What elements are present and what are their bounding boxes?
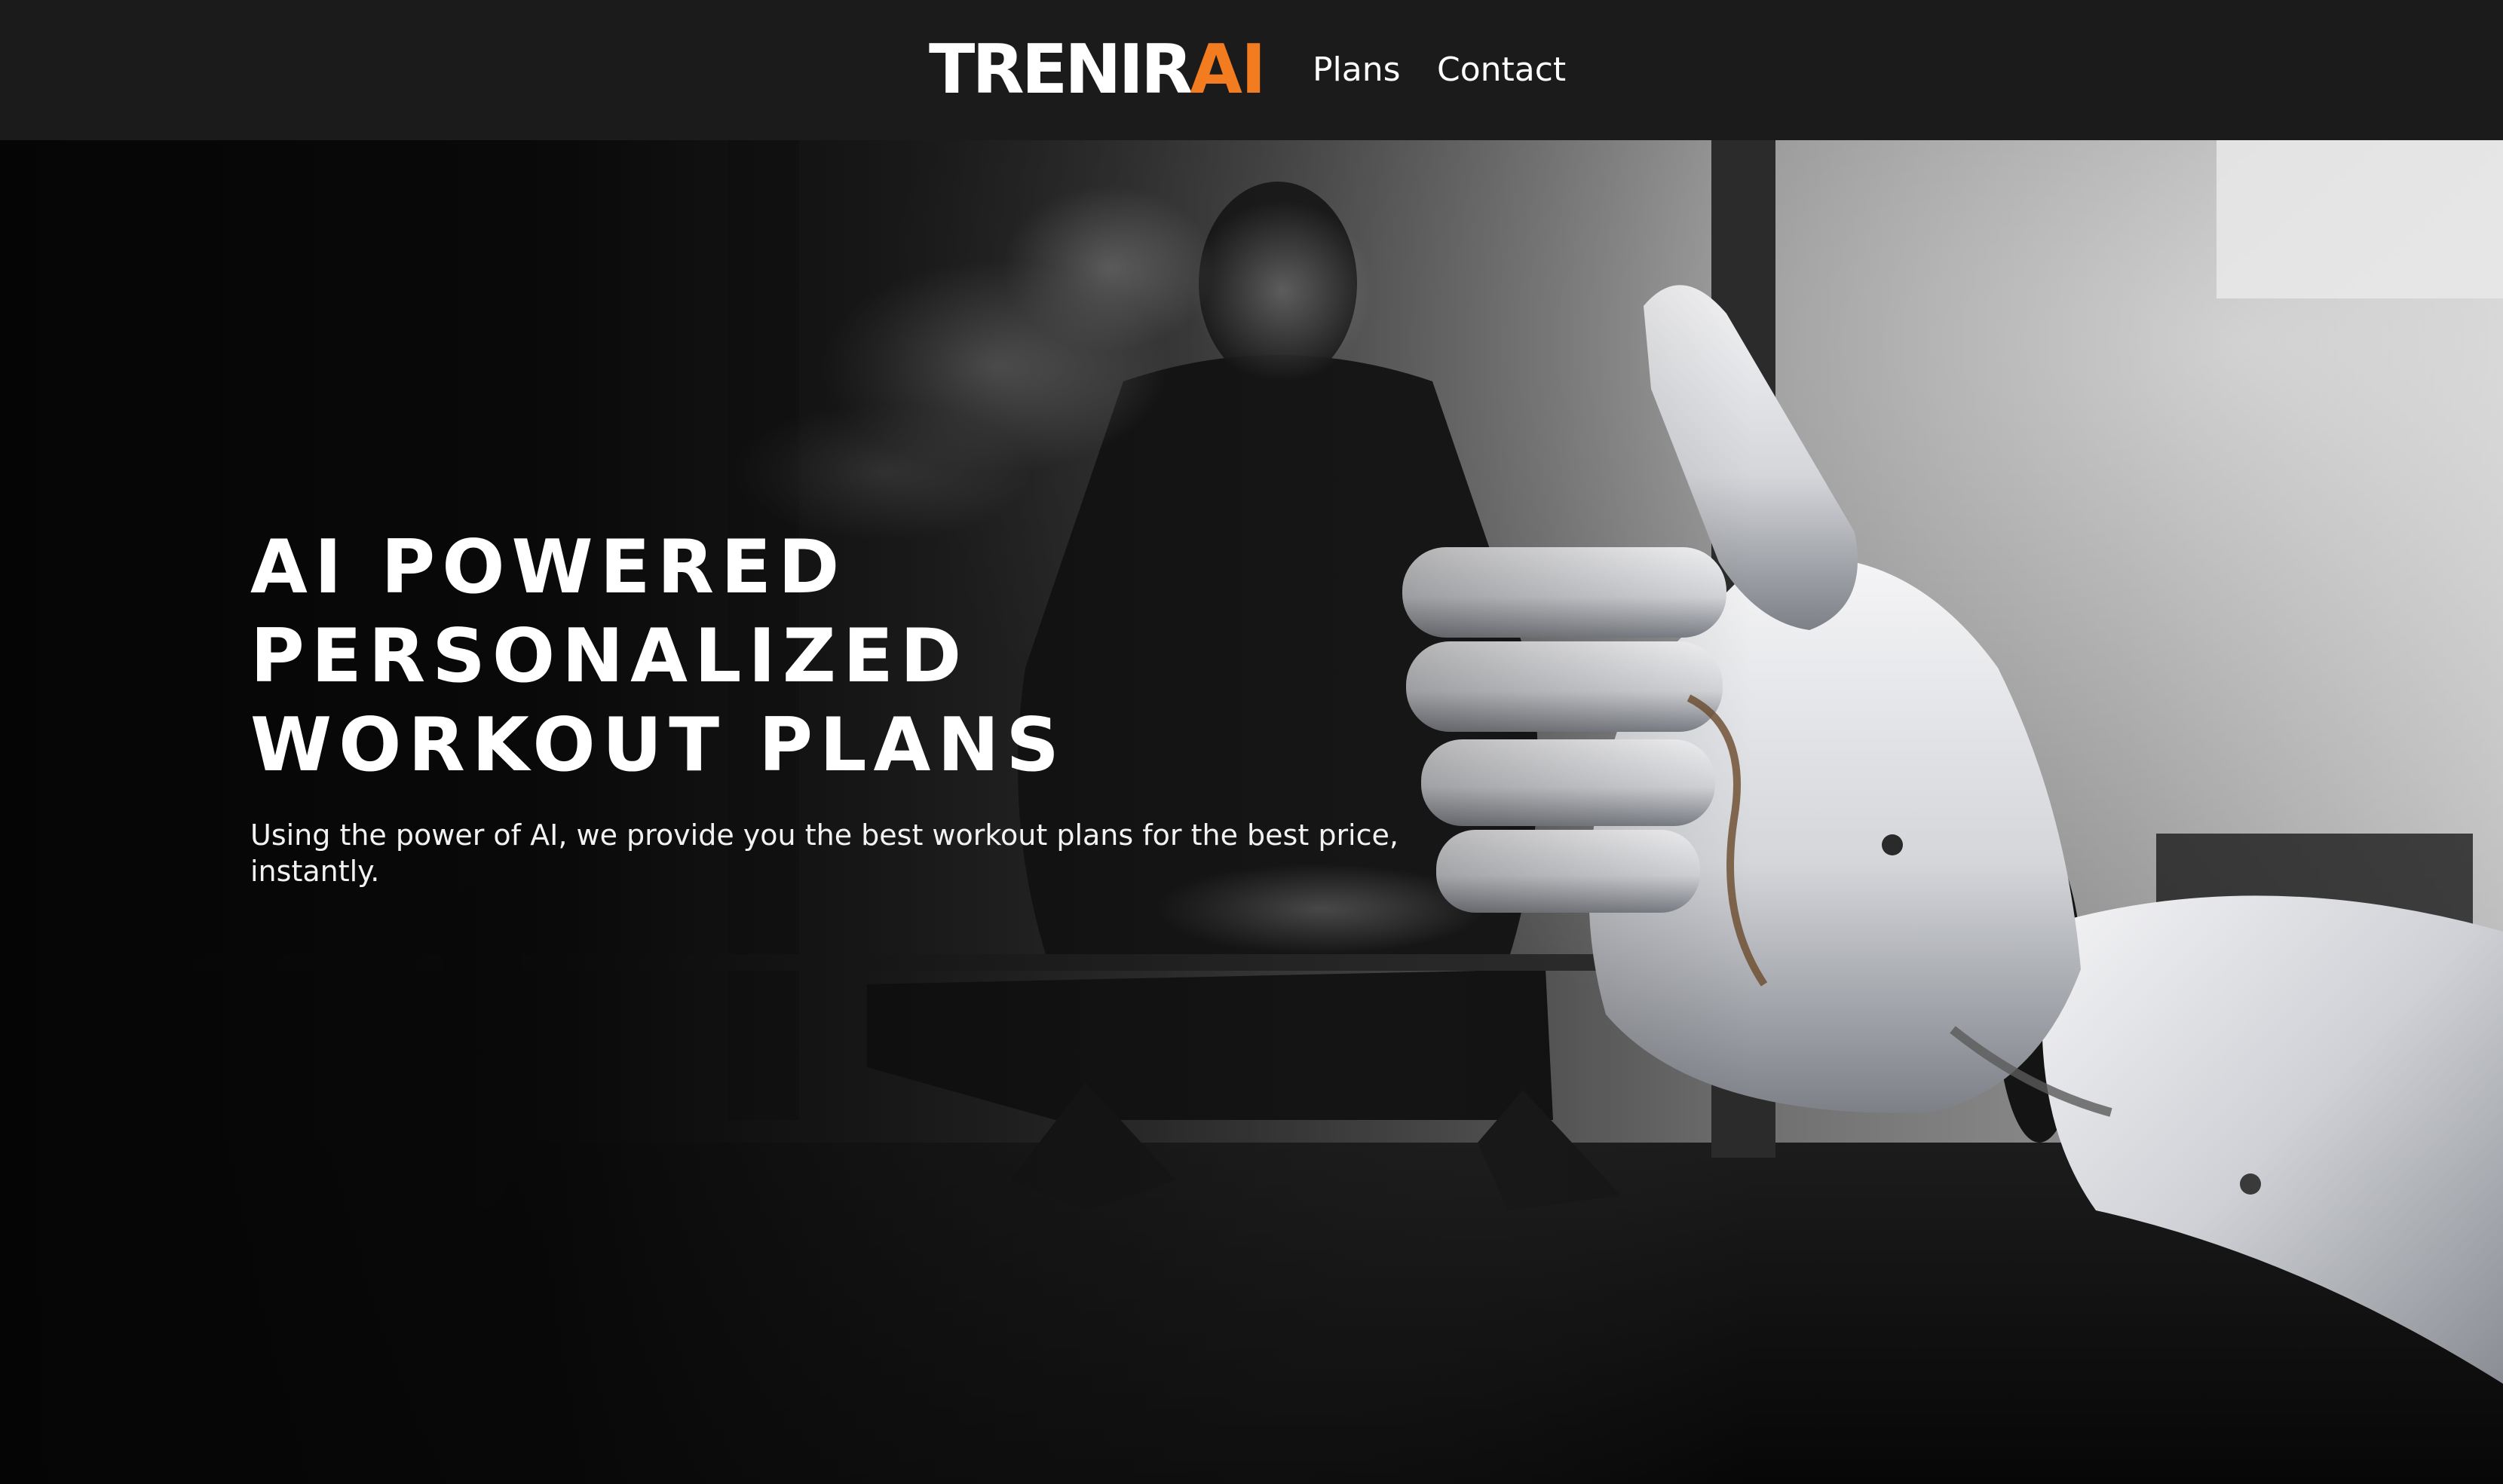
hero-subtitle: Using the power of AI, we provide you th…: [250, 818, 1399, 888]
hero-heading: AI POWERED PERSONALIZED WORKOUT PLANS: [250, 523, 1457, 790]
top-navbar: TRENIRAI Plans Contact: [0, 0, 2503, 140]
nav-link-contact[interactable]: Contact: [1437, 47, 1566, 93]
hero-heading-line-1: AI POWERED: [250, 525, 847, 610]
hero-section: AI POWERED PERSONALIZED WORKOUT PLANS Us…: [0, 140, 2503, 1484]
hero-text-block: AI POWERED PERSONALIZED WORKOUT PLANS Us…: [250, 523, 1457, 889]
hero-heading-line-2: PERSONALIZED: [250, 613, 969, 699]
brand-logo[interactable]: TRENIRAI: [929, 29, 1266, 112]
hero-heading-line-3: WORKOUT PLANS: [250, 702, 1066, 788]
logo-text-accent: AI: [1190, 30, 1266, 109]
page: TRENIRAI Plans Contact AI POWERED PERSON…: [0, 0, 2503, 1484]
logo-text-main: TRENIR: [929, 30, 1193, 109]
nav-link-plans[interactable]: Plans: [1313, 47, 1401, 93]
